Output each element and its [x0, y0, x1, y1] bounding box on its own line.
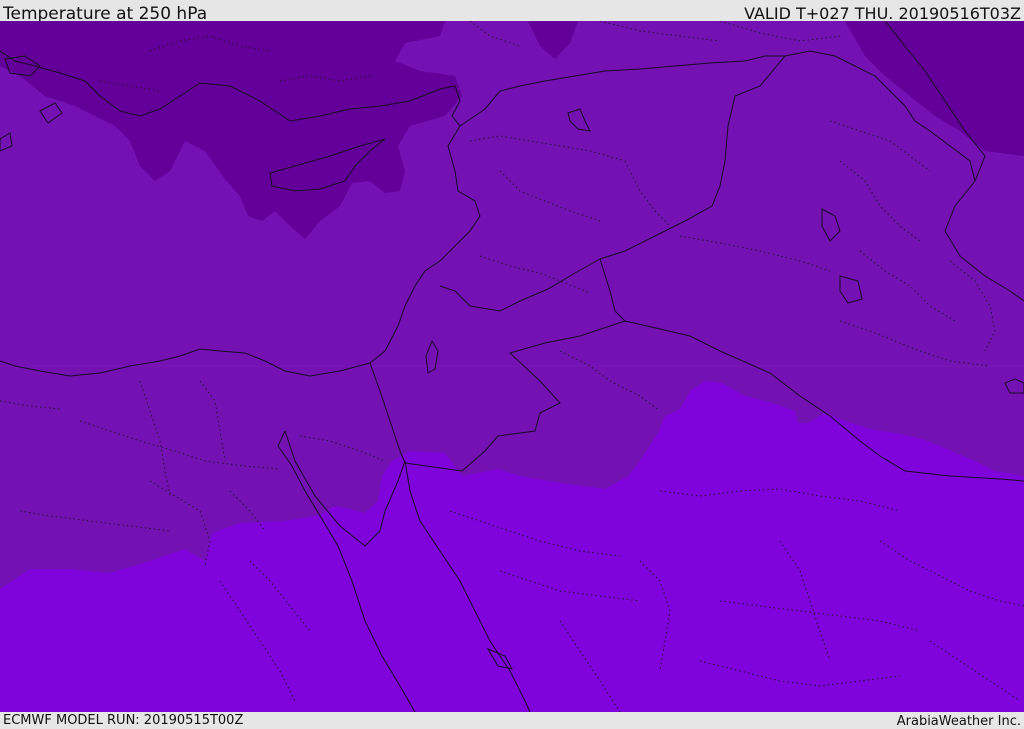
header-bar: Temperature at 250 hPa VALID T+027 THU. …	[0, 0, 1024, 24]
map-svg	[0, 21, 1024, 712]
credit-label: ArabiaWeather Inc.	[896, 714, 1021, 729]
footer-bar: ECMWF MODEL RUN: 20190515T00Z ArabiaWeat…	[0, 712, 1024, 729]
model-run-label: ECMWF MODEL RUN: 20190515T00Z	[3, 713, 244, 728]
temperature-map[interactable]	[0, 21, 1024, 712]
